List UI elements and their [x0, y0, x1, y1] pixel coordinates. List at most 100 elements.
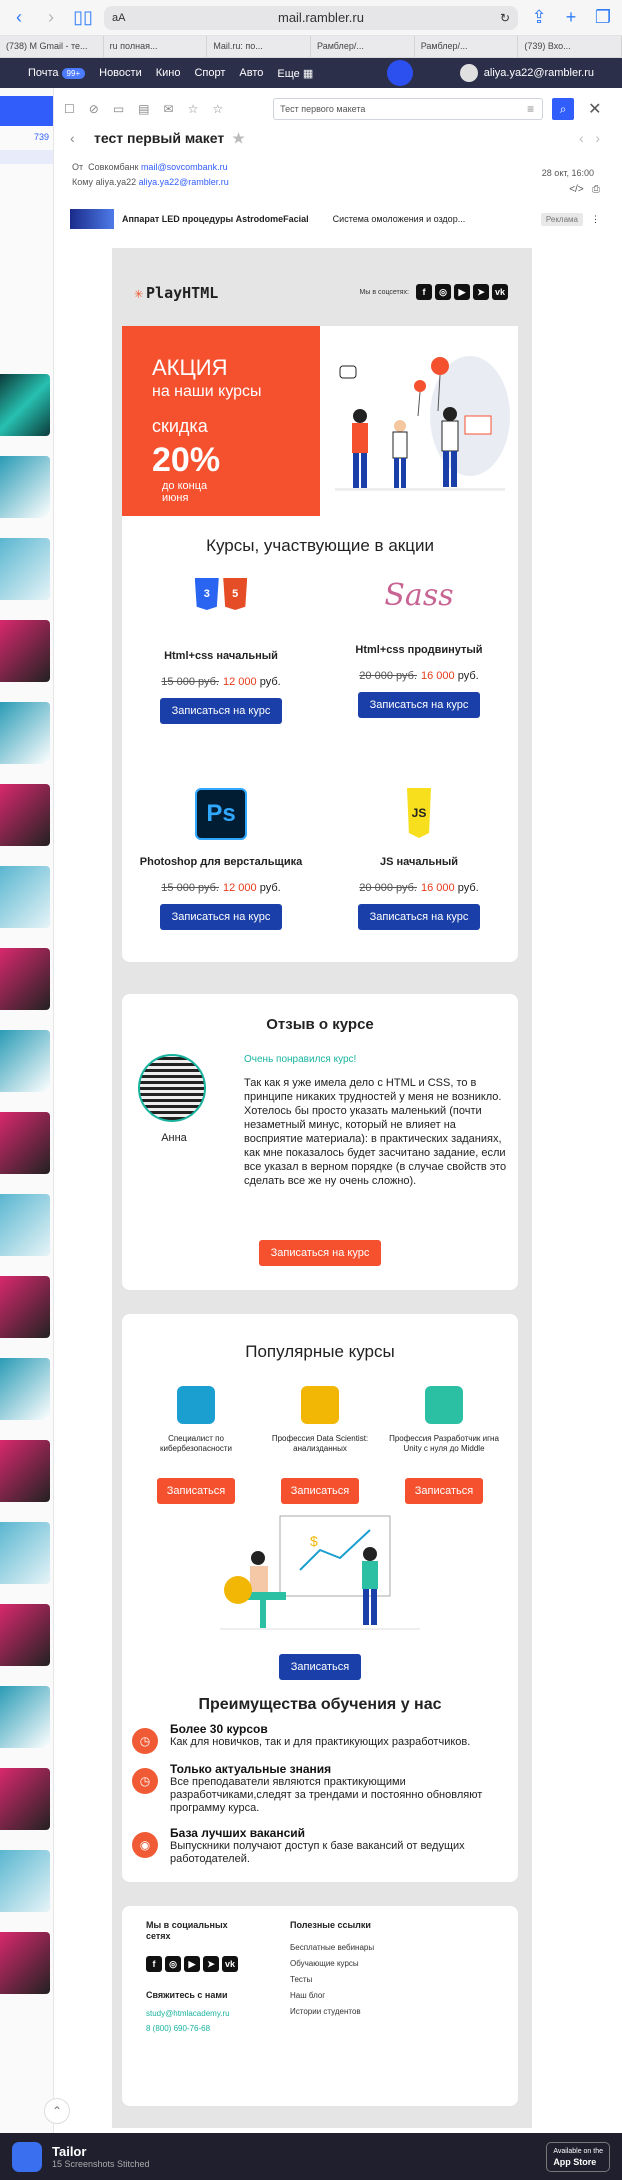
scroll-up-icon[interactable]: ⌃ — [44, 2098, 70, 2124]
favorite-star-icon[interactable]: ★ — [232, 130, 245, 146]
facebook-icon[interactable]: f — [416, 284, 432, 300]
browser-tab[interactable]: Mail.ru: по... — [207, 36, 312, 57]
ad-thumbnail[interactable] — [0, 1194, 50, 1256]
vk-icon[interactable]: vk — [222, 1956, 238, 1972]
footer-link[interactable]: Истории студентов — [290, 2004, 374, 2020]
popular-enroll-button[interactable]: Записаться — [280, 1478, 360, 1504]
footer-link[interactable]: Обучающие курсы — [290, 1956, 374, 1972]
ad-thumbnail[interactable] — [0, 456, 50, 518]
popular-enroll-button[interactable]: Записаться — [156, 1478, 236, 1504]
browser-tab[interactable]: ru полная... — [104, 36, 208, 57]
ad-thumbnail[interactable] — [0, 1768, 50, 1830]
new-tab-icon[interactable]: + — [560, 7, 582, 28]
enroll-button[interactable]: Записаться на курс — [357, 904, 481, 930]
ad-thumbnail[interactable] — [0, 866, 50, 928]
footer-link[interactable]: Бесплатные вебинары — [290, 1940, 374, 1956]
forward-icon[interactable]: › — [40, 7, 62, 28]
ad-thumbnail[interactable] — [0, 538, 50, 600]
instagram-icon[interactable]: ◎ — [435, 284, 451, 300]
assistant-circle-icon[interactable] — [387, 60, 414, 86]
ad-thumbnail[interactable] — [0, 1686, 50, 1748]
from-label: От — [72, 162, 84, 172]
ad-thumbnail[interactable] — [0, 374, 50, 436]
ad-title: Аппарат LED процедуры AstrodomeFacial — [122, 214, 309, 224]
ad-thumbnail[interactable] — [0, 1604, 50, 1666]
trash-icon[interactable]: ▤ — [138, 102, 149, 116]
footer-email[interactable]: study@htmlacademy.ru — [146, 2006, 230, 2021]
popular-main-button[interactable]: Записаться — [278, 1654, 362, 1680]
ad-thumbnail[interactable] — [0, 1276, 50, 1338]
ad-thumbnail[interactable] — [0, 1440, 50, 1502]
ad-thumbnail[interactable] — [0, 784, 50, 846]
ad-thumbnail[interactable] — [0, 948, 50, 1010]
telegram-icon[interactable]: ➤ — [203, 1956, 219, 1972]
vk-icon[interactable]: vk — [492, 284, 508, 300]
to-name[interactable]: aliya.ya22 — [96, 177, 137, 187]
youtube-icon[interactable]: ▶ — [454, 284, 470, 300]
nav-auto[interactable]: Авто — [239, 67, 263, 79]
nav-kino[interactable]: Кино — [156, 67, 181, 79]
ad-thumbnail[interactable] — [0, 1030, 50, 1092]
enroll-button[interactable]: Записаться на курс — [357, 692, 481, 718]
from-name[interactable]: Совкомбанк — [88, 162, 138, 172]
tabs-overview-icon[interactable]: ❐ — [592, 7, 614, 28]
bookmarks-icon[interactable]: ▯▯ — [72, 7, 94, 28]
footer-link[interactable]: Тесты — [290, 1972, 374, 1988]
star-outline-icon[interactable]: ☆ — [212, 102, 223, 116]
share-icon[interactable]: ⇪ — [528, 7, 550, 28]
telegram-icon[interactable]: ➤ — [473, 284, 489, 300]
back-icon[interactable]: ‹ — [8, 7, 30, 28]
from-email[interactable]: mail@sovcombank.ru — [141, 162, 228, 172]
star-icon[interactable]: ☆ — [188, 102, 199, 116]
prev-next-icon[interactable]: ‹ › — [579, 130, 600, 146]
review-enroll-button[interactable]: Записаться на курс — [258, 1240, 382, 1266]
browser-tab[interactable]: Рамблер/... — [415, 36, 519, 57]
nav-sport[interactable]: Спорт — [194, 67, 225, 79]
footer-phone[interactable]: 8 (800) 690-76-68 — [146, 2021, 230, 2036]
popular-title: Популярные курсы — [245, 1342, 395, 1361]
search-button[interactable]: ⌕ — [552, 98, 575, 120]
mark-read-icon[interactable]: ✉ — [164, 102, 174, 116]
block-icon[interactable]: ⊘ — [89, 102, 99, 116]
ad-thumbnail[interactable] — [0, 1358, 50, 1420]
advantages-title: Преимущества обучения у нас — [198, 1696, 442, 1713]
folder-icon[interactable]: ▭ — [113, 102, 124, 116]
reader-aa-button[interactable]: aA — [112, 12, 142, 24]
ad-thumbnail[interactable] — [0, 1850, 50, 1912]
instagram-icon[interactable]: ◎ — [165, 1956, 181, 1972]
ad-menu-icon[interactable]: ⋮ — [591, 214, 600, 225]
nav-news[interactable]: Новости — [99, 67, 142, 79]
browser-tab[interactable]: (739) Вхо... — [518, 36, 622, 57]
youtube-icon[interactable]: ▶ — [184, 1956, 200, 1972]
enroll-button[interactable]: Записаться на курс — [159, 698, 283, 724]
footer-link[interactable]: Наш блог — [290, 1988, 374, 2004]
to-email[interactable]: aliya.ya22@rambler.ru — [139, 177, 229, 187]
code-print-icons[interactable]: </> ⎙ — [569, 184, 600, 195]
checkbox-icon[interactable]: ☐ — [64, 102, 75, 116]
js-icon: JS — [407, 788, 431, 838]
filter-icon[interactable]: ≡ — [527, 102, 534, 116]
browser-tab[interactable]: Рамблер/... — [311, 36, 415, 57]
sidebar-folder[interactable] — [0, 150, 53, 164]
popular-enroll-button[interactable]: Записаться — [404, 1478, 484, 1504]
user-menu[interactable]: aliya.ya22@rambler.ru — [459, 64, 594, 82]
enroll-button[interactable]: Записаться на курс — [159, 904, 283, 930]
app-store-badge[interactable]: Available on the App Store — [546, 2141, 610, 2172]
browser-tab[interactable]: (738) M Gmail - те... — [0, 36, 104, 57]
nav-more[interactable]: Еще ▦ — [277, 67, 313, 80]
back-arrow-icon[interactable]: ‹ — [70, 130, 75, 146]
reload-icon[interactable]: ↻ — [500, 11, 510, 25]
compose-button[interactable] — [0, 96, 53, 126]
mail-search-input[interactable] — [273, 98, 544, 120]
ad-thumbnail[interactable] — [0, 1112, 50, 1174]
facebook-icon[interactable]: f — [146, 1956, 162, 1972]
ad-thumbnail[interactable] — [0, 1522, 50, 1584]
close-icon[interactable]: ✕ — [588, 99, 601, 119]
nav-mail[interactable]: Почта 99+ — [28, 67, 86, 79]
footer-contacts: study@htmlacademy.ru 8 (800) 690-76-68 — [146, 2006, 230, 2036]
ad-thumbnail[interactable] — [0, 620, 50, 682]
ad-thumbnail[interactable] — [0, 1932, 50, 1994]
ad-banner[interactable]: Аппарат LED процедуры AstrodomeFacial Си… — [70, 208, 600, 230]
ad-thumbnail[interactable] — [0, 702, 50, 764]
url-bar[interactable]: aA mail.rambler.ru ↻ — [104, 5, 518, 30]
